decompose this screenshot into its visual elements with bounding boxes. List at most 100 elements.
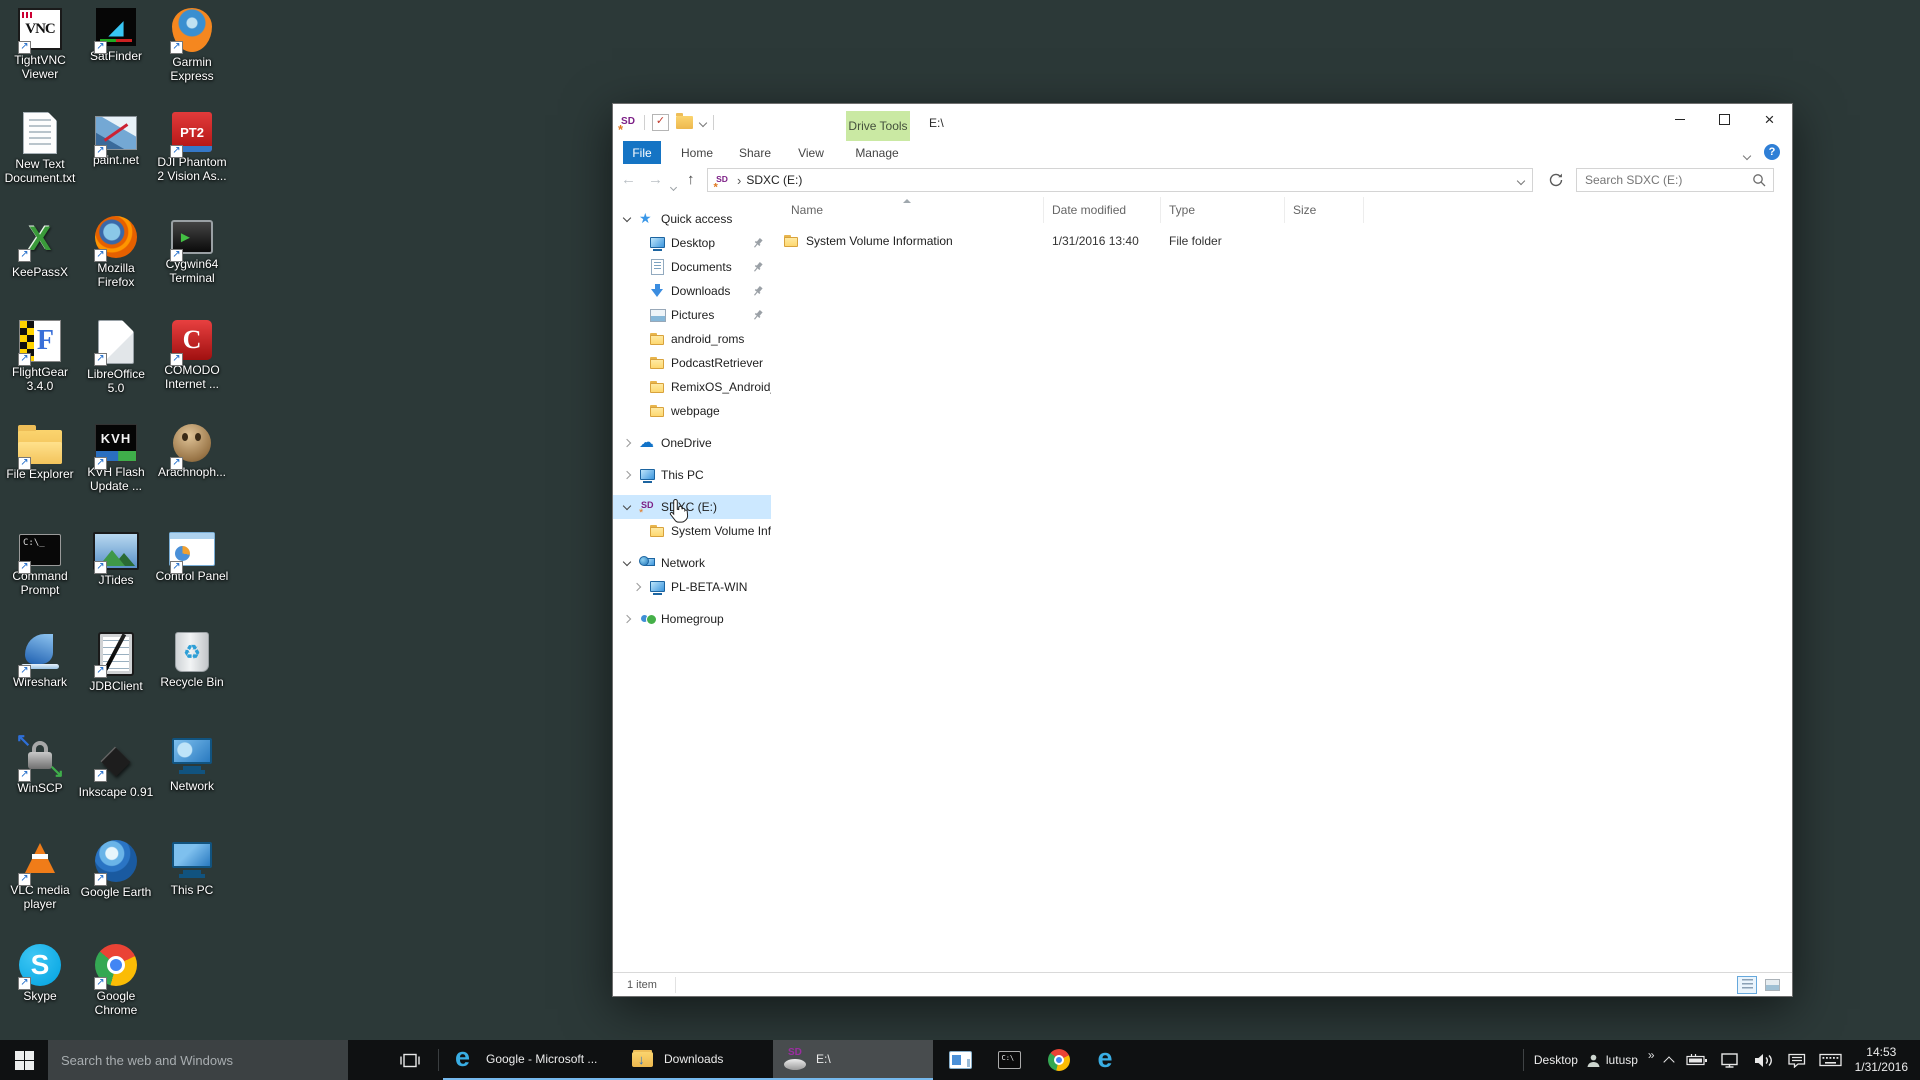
desktop-icon-jdbclient[interactable]: ↗JDBClient	[78, 630, 154, 734]
start-button[interactable]	[0, 1040, 48, 1080]
nav-item-system-volume-information[interactable]: System Volume Information	[613, 519, 771, 543]
forward-button[interactable]: →	[648, 172, 663, 187]
nav-item-pictures[interactable]: Pictures	[613, 303, 771, 327]
nav-item-webpage[interactable]: webpage	[613, 399, 771, 423]
nav-item-documents[interactable]: Documents	[613, 255, 771, 279]
chevron-down-icon[interactable]	[621, 506, 639, 509]
desktop-icon-libreoffice-5-0[interactable]: ↗LibreOffice 5.0	[78, 318, 154, 422]
qat-dropdown-icon[interactable]	[699, 118, 707, 126]
nav-item-desktop[interactable]: Desktop	[613, 231, 771, 255]
tab-view[interactable]: View	[791, 141, 831, 164]
back-button[interactable]: ←	[621, 172, 636, 187]
desktop-icon-vlc-media-player[interactable]: ↗VLC media player	[2, 838, 78, 942]
desktop-icon-this-pc[interactable]: This PC	[154, 838, 230, 942]
chevron-down-icon[interactable]	[621, 562, 639, 565]
battery-icon[interactable]	[1686, 1053, 1708, 1067]
taskbar-pinned-cmdwin[interactable]	[985, 1040, 1034, 1080]
taskbar-pinned-winapp[interactable]	[936, 1040, 985, 1080]
desktop-icon-mozilla-firefox[interactable]: ↗Mozilla Firefox	[78, 214, 154, 318]
tab-home[interactable]: Home	[675, 141, 719, 164]
action-center-icon[interactable]	[1788, 1053, 1806, 1068]
network-icon[interactable]	[1721, 1053, 1741, 1068]
taskbar-task-google-microsoft[interactable]: Google - Microsoft ...	[443, 1040, 621, 1080]
desktop-icon-skype[interactable]: S↗Skype	[2, 942, 78, 1046]
column-header-size[interactable]: Size	[1285, 197, 1364, 223]
breadcrumb-chevron-icon[interactable]	[737, 173, 741, 188]
task-view-button[interactable]	[386, 1040, 434, 1080]
desktop-icon-keepassx[interactable]: X↗KeePassX	[2, 214, 78, 318]
desktop-icon-new-text-document-txt[interactable]: New Text Document.txt	[2, 110, 78, 214]
desktop-icon-google-earth[interactable]: ↗Google Earth	[78, 838, 154, 942]
column-header-name[interactable]: Name	[771, 197, 1044, 223]
titlebar[interactable]: Drive Tools E:\	[613, 104, 1792, 141]
nav-item-podcastretriever[interactable]: PodcastRetriever	[613, 351, 771, 375]
details-view-button[interactable]	[1737, 976, 1757, 994]
desktop-toolbar-label[interactable]: Desktop	[1534, 1053, 1578, 1067]
file-list[interactable]: NameDate modifiedTypeSize System Volume …	[771, 197, 1792, 973]
touch-keyboard-icon[interactable]	[1819, 1053, 1842, 1067]
search-input[interactable]: Search SDXC (E:)	[1576, 168, 1774, 192]
volume-icon[interactable]	[1754, 1053, 1775, 1068]
desktop-icon-google-chrome[interactable]: ↗Google Chrome	[78, 942, 154, 1046]
desktop-icon-file-explorer[interactable]: ↗File Explorer	[2, 422, 78, 526]
taskbar-search-input[interactable]: Search the web and Windows	[48, 1040, 348, 1080]
nav-item-android-roms[interactable]: android_roms	[613, 327, 771, 351]
desktop-icon-kvh-flash-update[interactable]: KVH↗KVH Flash Update ...	[78, 422, 154, 526]
desktop-icon-command-prompt[interactable]: C:\_↗Command Prompt	[2, 526, 78, 630]
chevron-right-icon[interactable]	[621, 616, 639, 622]
nav-item-remixos-android-f[interactable]: RemixOS_Android_f	[613, 375, 771, 399]
nav-item-network[interactable]: Network	[613, 551, 771, 575]
chevron-right-icon[interactable]	[621, 440, 639, 446]
up-button[interactable]: ↑	[687, 172, 695, 187]
desktop-icon-winscp[interactable]: ↖↘↗WinSCP	[2, 734, 78, 838]
desktop-icon-control-panel[interactable]: ↗Control Panel	[154, 526, 230, 630]
nav-item-this-pc[interactable]: This PC	[613, 463, 771, 487]
new-folder-icon[interactable]	[676, 116, 693, 129]
help-icon[interactable]	[1764, 144, 1780, 160]
desktop-icon-network[interactable]: Network	[154, 734, 230, 838]
nav-item-homegroup[interactable]: Homegroup	[613, 607, 771, 631]
file-row-system-volume-information[interactable]: System Volume Information1/31/2016 13:40…	[771, 229, 1792, 253]
desktop-icon-wireshark[interactable]: ↗Wireshark	[2, 630, 78, 734]
refresh-button[interactable]	[1543, 168, 1569, 192]
nav-item-onedrive[interactable]: OneDrive	[613, 431, 771, 455]
tab-share[interactable]: Share	[733, 141, 777, 164]
close-button[interactable]	[1747, 104, 1792, 134]
chevron-right-icon[interactable]	[621, 472, 639, 478]
desktop-icon-arachnoph[interactable]: ↗Arachnoph...	[154, 422, 230, 526]
nav-item-sdxc-e[interactable]: SDXC (E:)	[613, 495, 771, 519]
maximize-button[interactable]	[1702, 104, 1747, 134]
expand-ribbon-icon[interactable]	[1744, 148, 1750, 162]
nav-item-pl-beta-win[interactable]: PL-BETA-WIN	[613, 575, 771, 599]
large-icons-view-button[interactable]	[1762, 976, 1782, 994]
column-header-type[interactable]: Type	[1161, 197, 1285, 223]
sd-drive-window-icon[interactable]	[619, 114, 637, 131]
minimize-button[interactable]	[1657, 104, 1702, 134]
nav-item-downloads[interactable]: Downloads	[613, 279, 771, 303]
desktop-icon-paint-net[interactable]: ↗paint.net	[78, 110, 154, 214]
taskbar-clock[interactable]: 14:53 1/31/2016	[1855, 1045, 1908, 1075]
desktop-icon-dji-phantom-2-vision-as[interactable]: PT2↗DJI Phantom 2 Vision As...	[154, 110, 230, 214]
address-bar[interactable]: SDXC (E:)	[707, 168, 1533, 192]
user-avatar-icon[interactable]	[1586, 1053, 1601, 1068]
desktop-icon-jtides[interactable]: ↗JTides	[78, 526, 154, 630]
show-hidden-icons-button[interactable]	[1665, 1055, 1673, 1066]
desktop-icon-cygwin64-terminal[interactable]: ►↗Cygwin64 Terminal	[154, 214, 230, 318]
taskbar-pinned-chrome[interactable]	[1034, 1040, 1083, 1080]
nav-item-quick-access[interactable]: Quick access	[613, 207, 771, 231]
tab-file[interactable]: File	[623, 141, 661, 164]
recent-locations-icon[interactable]	[671, 178, 676, 193]
desktop-icon-tightvnc-viewer[interactable]: VNC↗TightVNC Viewer	[2, 6, 78, 110]
desktop-icon-satfinder[interactable]: ◢↗SatFinder	[78, 6, 154, 110]
desktop-icon-flightgear-3-4-0[interactable]: F↗FlightGear 3.4.0	[2, 318, 78, 422]
address-dropdown-icon[interactable]	[1518, 173, 1524, 187]
user-name-label[interactable]: lutusp	[1606, 1053, 1638, 1067]
toolbar-expand-icon[interactable]	[1648, 1048, 1655, 1062]
taskbar-task-e[interactable]: E:\	[773, 1040, 933, 1080]
chevron-down-icon[interactable]	[621, 218, 639, 221]
chevron-right-icon[interactable]	[631, 584, 649, 590]
column-header-date-modified[interactable]: Date modified	[1044, 197, 1161, 223]
properties-checkbox-icon[interactable]	[652, 114, 669, 131]
taskbar-task-downloads[interactable]: Downloads	[621, 1040, 773, 1080]
breadcrumb[interactable]: SDXC (E:)	[746, 173, 1518, 187]
